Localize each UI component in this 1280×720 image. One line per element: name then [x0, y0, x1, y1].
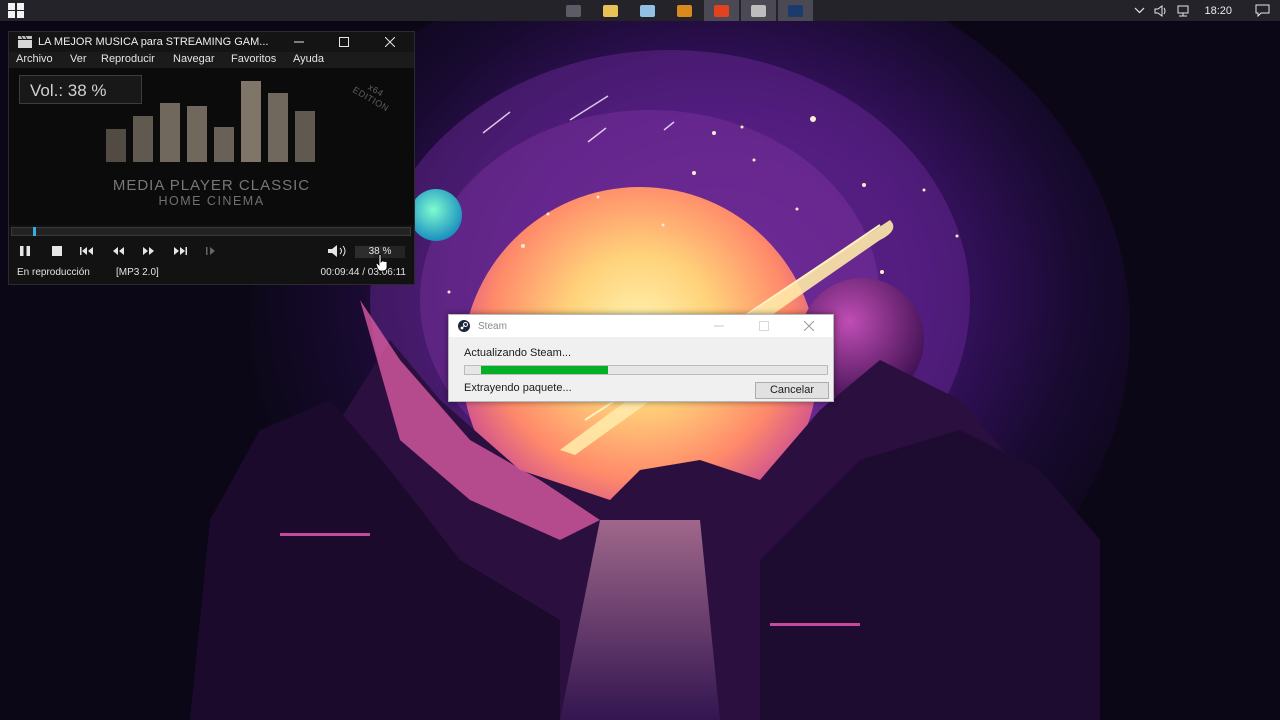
steam-update-dialog: Steam Actualizando Steam... Extrayendo p… — [448, 314, 834, 402]
cancel-button[interactable]: Cancelar — [755, 382, 829, 399]
seek-bar[interactable] — [11, 227, 411, 236]
taskbar-clock[interactable]: 18:20 — [1194, 5, 1244, 17]
taskbar-apps — [556, 0, 815, 21]
volume-icon[interactable] — [1150, 0, 1172, 21]
playback-time: 00:09:44 / 03:06:11 — [320, 267, 406, 278]
notifications-icon[interactable] — [1244, 0, 1280, 21]
brave-browser-icon — [714, 4, 729, 17]
pause-button[interactable] — [17, 244, 33, 258]
menu-favoritos[interactable]: Favoritos — [231, 53, 276, 65]
video-area[interactable]: Vol.: 38 % x64 EDITION MEDIA PLAYER CLAS… — [9, 68, 414, 225]
steam-icon — [788, 4, 803, 17]
forward-button[interactable] — [141, 244, 157, 258]
clapperboard-icon — [18, 36, 32, 48]
previous-button[interactable] — [79, 244, 95, 258]
taskbar-app-app-4[interactable] — [667, 0, 702, 21]
windows-logo-icon — [8, 3, 24, 18]
menu-archivo[interactable]: Archivo — [16, 53, 53, 65]
steam-substatus-text: Extrayendo paquete... — [464, 382, 572, 394]
taskbar-app-media-player-classic[interactable] — [741, 0, 776, 21]
mpc-brand-subtitle: HOME CINEMA — [158, 194, 265, 208]
volume-slider-label: 38 % — [368, 246, 392, 257]
seek-thumb[interactable] — [33, 227, 36, 236]
app-4-icon — [677, 4, 692, 17]
notepad-icon — [640, 4, 655, 17]
mpc-window: LA MEJOR MUSICA para STREAMING GAM... Ar… — [8, 31, 415, 285]
media-player-classic-icon — [751, 4, 766, 17]
network-icon[interactable] — [1172, 0, 1194, 21]
windows-start-button[interactable] — [8, 3, 24, 18]
minimize-button[interactable] — [277, 32, 321, 52]
steam-maximize-button[interactable] — [742, 315, 786, 337]
close-button[interactable] — [368, 32, 412, 52]
audio-format: [MP3 2.0] — [116, 267, 159, 278]
file-explorer-icon — [603, 4, 618, 17]
taskbar: 18:20 — [0, 0, 1280, 21]
menu-ayuda[interactable]: Ayuda — [293, 53, 324, 65]
chevron-up-icon[interactable] — [1128, 0, 1150, 21]
maximize-button[interactable] — [322, 32, 366, 52]
taskbar-app-brave-browser[interactable] — [704, 0, 739, 21]
steam-status-text: Actualizando Steam... — [464, 347, 572, 359]
playback-status: En reproducción — [17, 267, 90, 278]
steam-minimize-button[interactable] — [697, 315, 741, 337]
mpc-statusbar: En reproducción [MP3 2.0] 00:09:44 / 03:… — [9, 264, 414, 282]
steam-progress-bar — [464, 365, 828, 375]
menu-navegar[interactable]: Navegar — [173, 53, 215, 65]
steam-dialog-title: Steam — [478, 321, 507, 332]
app-1-icon — [566, 4, 581, 17]
steam-logo-icon — [458, 320, 470, 332]
taskbar-app-app-1[interactable] — [556, 0, 591, 21]
frame-step-button[interactable] — [204, 244, 220, 258]
steam-close-button[interactable] — [787, 315, 831, 337]
steam-titlebar[interactable]: Steam — [449, 315, 833, 337]
playback-controls: 38 % — [9, 240, 414, 262]
menu-ver[interactable]: Ver — [70, 53, 87, 65]
steam-progress-fill — [481, 366, 608, 374]
taskbar-app-file-explorer[interactable] — [593, 0, 628, 21]
menu-reproducir[interactable]: Reproducir — [101, 53, 155, 65]
system-tray: 18:20 — [1128, 0, 1280, 21]
rewind-button[interactable] — [110, 244, 126, 258]
mpc-menubar: Archivo Ver Reproducir Navegar Favoritos… — [9, 52, 414, 68]
taskbar-app-notepad[interactable] — [630, 0, 665, 21]
next-button[interactable] — [172, 244, 188, 258]
mpc-titlebar[interactable]: LA MEJOR MUSICA para STREAMING GAM... — [9, 32, 414, 52]
mute-toggle-icon[interactable] — [327, 244, 349, 258]
mpc-window-title: LA MEJOR MUSICA para STREAMING GAM... — [38, 36, 269, 48]
taskbar-app-steam[interactable] — [778, 0, 813, 21]
mpc-brand-title: MEDIA PLAYER CLASSIC — [112, 177, 311, 194]
volume-slider[interactable]: 38 % — [355, 246, 405, 258]
stop-button[interactable] — [49, 244, 65, 258]
